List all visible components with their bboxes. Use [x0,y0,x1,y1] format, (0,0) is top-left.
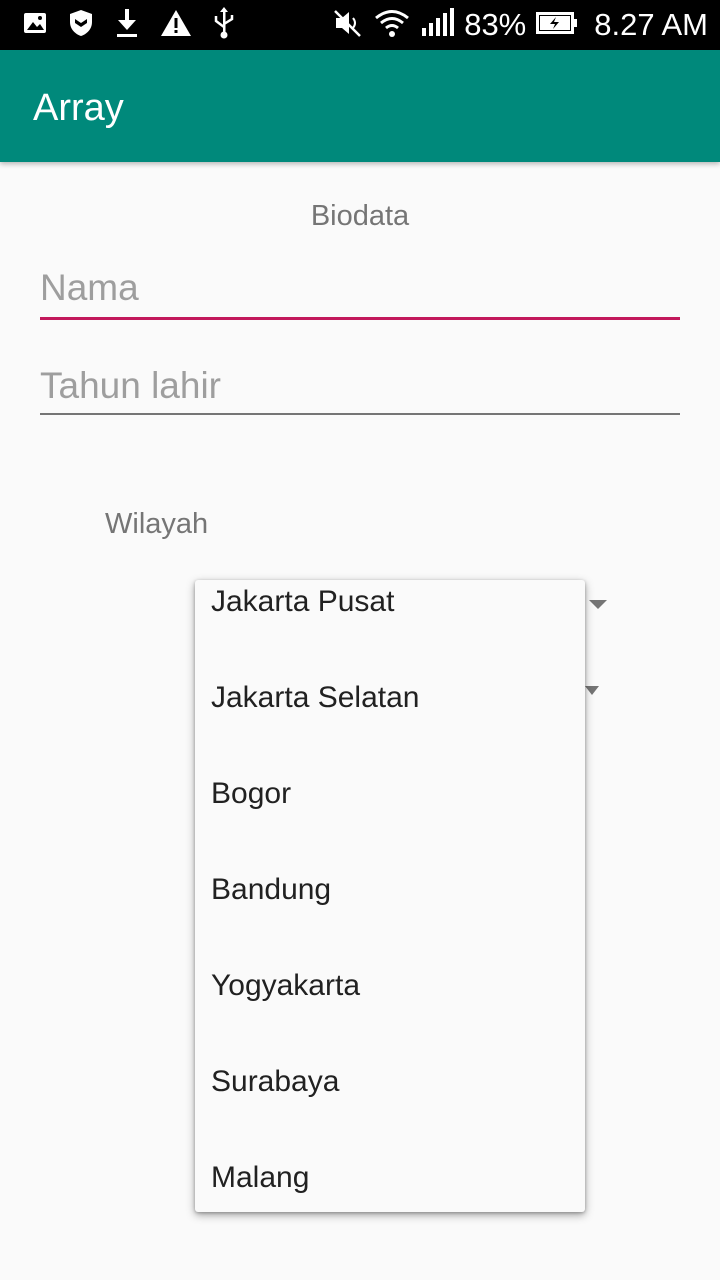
dropdown-item[interactable]: Bandung [211,870,331,910]
birth-year-underline [40,413,680,415]
image-icon [22,10,48,41]
name-underline [40,317,680,320]
dropdown-item[interactable]: Jakarta Pusat [211,582,394,622]
status-bar: 83% 8.27 AM [0,0,720,50]
name-field[interactable]: Nama [40,266,680,322]
region-dropdown-list[interactable]: Jakarta Pusat Jakarta Selatan Bogor Band… [195,580,585,1212]
form-heading: Biodata [310,200,410,232]
notification-icons [22,6,236,44]
region-spinner-arrow-icon[interactable] [589,600,607,609]
system-icons: 83% 8.27 AM [332,6,708,44]
dropdown-item[interactable]: Yogyakarta [211,966,360,1006]
usb-icon [212,6,236,44]
dropdown-item[interactable]: Bogor [211,774,291,814]
warning-icon [160,9,192,42]
shield-icon [68,8,94,43]
app-bar: Array [0,50,720,162]
wifi-icon [374,8,410,43]
signal-icon [420,7,455,43]
dropdown-item[interactable]: Malang [211,1158,309,1198]
mute-icon [332,7,364,44]
name-placeholder: Nama [40,267,139,308]
battery-percent: 83% [464,7,527,42]
app-title: Array [33,87,124,129]
battery-charging-icon [536,11,578,40]
dropdown-item[interactable]: Jakarta Selatan [211,678,419,718]
dropdown-item[interactable]: Surabaya [211,1062,339,1102]
clock: 8.27 AM [594,7,708,42]
birth-year-field[interactable]: Tahun lahir [40,364,680,418]
region-label: Wilayah [105,508,209,540]
second-spinner-arrow-icon[interactable] [585,686,599,695]
birth-year-placeholder: Tahun lahir [40,365,222,406]
download-icon [114,7,140,44]
